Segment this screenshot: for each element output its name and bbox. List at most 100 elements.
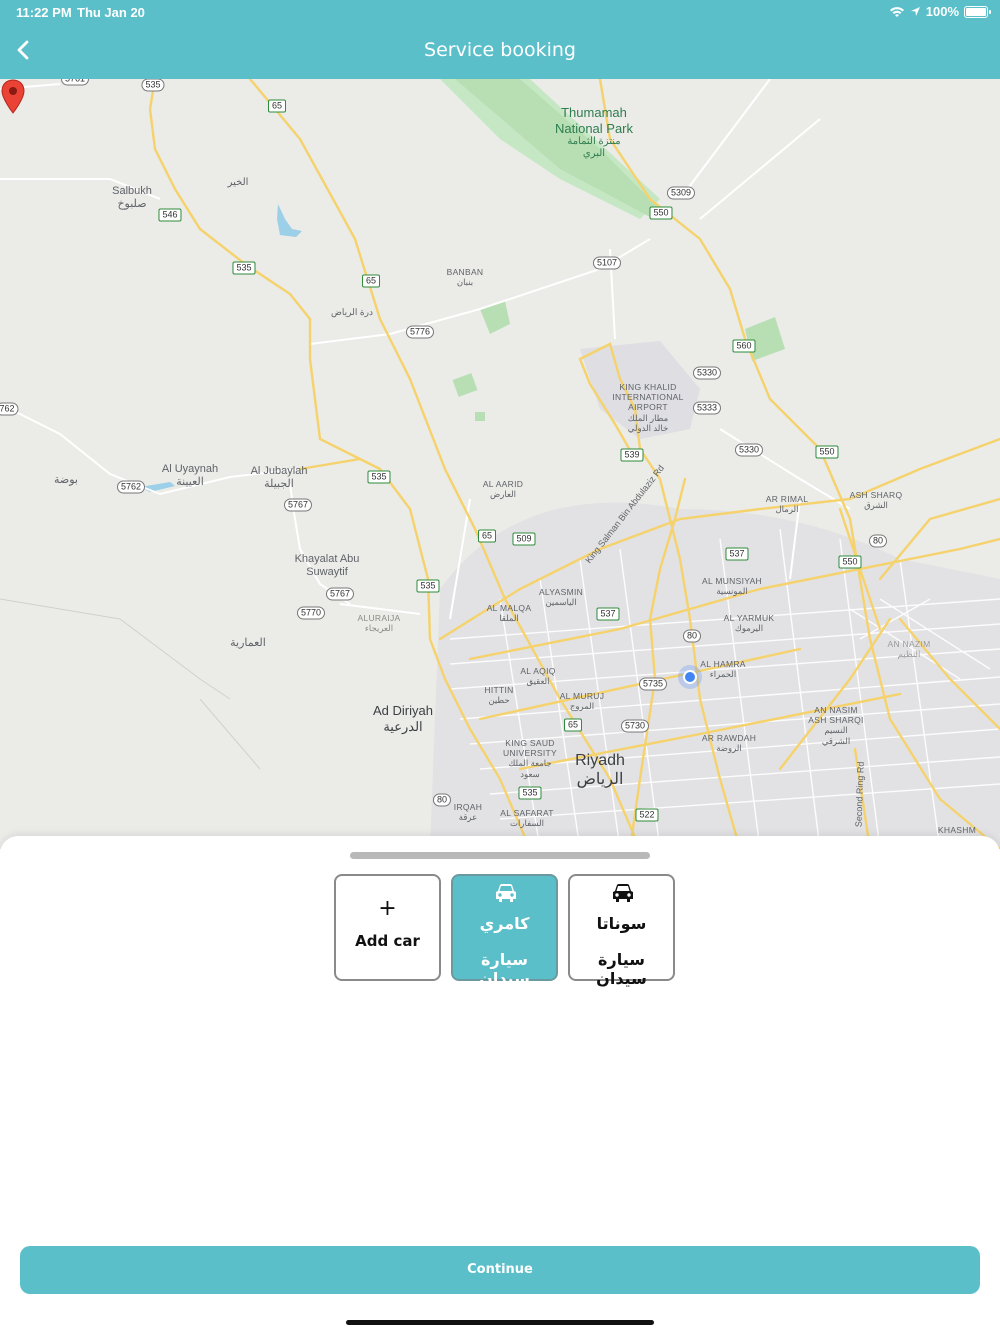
- map-label-diriyah: Ad Diriyah الدرعية: [373, 703, 433, 734]
- road-shield: 80: [432, 793, 452, 807]
- add-car-button[interactable]: + Add car: [334, 874, 441, 981]
- road-shield: 550: [838, 555, 862, 569]
- map-label-bawdah: بوضة: [54, 474, 78, 486]
- road-shield: 537: [596, 607, 620, 621]
- map-label-khayalat-en: Khayalat Abu: [294, 553, 360, 565]
- map-label-ksu: KING SAUD UNIVERSITY جامعة الملك سعود: [503, 738, 557, 779]
- map-label-airport-ar: مطار الملك: [627, 412, 669, 423]
- map-label-salbukh: Salbukh صلبوخ: [112, 185, 152, 211]
- car-option-camry[interactable]: كامري سيارة سيدان: [451, 874, 558, 988]
- map-label-alkhair: الخير: [227, 177, 249, 188]
- map-label-nasim-ar: النسيم: [824, 725, 848, 736]
- road-shield: 5761: [60, 79, 90, 86]
- map-label-airport-en3: AIRPORT: [628, 402, 668, 413]
- car-icon: [496, 884, 516, 902]
- map-label-airport-ar2: خالد الدولي: [627, 422, 669, 433]
- road-shield: 5309: [666, 186, 696, 200]
- car-name: سوناتا: [596, 914, 647, 933]
- map-label-ash-sharq: ASH SHARQ الشرق: [850, 490, 903, 510]
- map-label-rawdah-ar: الروضة: [716, 743, 742, 754]
- map-label-ar-rimal: AR RIMAL الرمال: [766, 494, 809, 514]
- continue-button[interactable]: Continue: [20, 1246, 980, 1294]
- map-label-ksu-ar: جامعة الملك: [508, 758, 552, 769]
- map-label-malqa-ar: الملقا: [499, 613, 519, 624]
- map-label-hamra: AL HAMRA الحمراء: [700, 659, 746, 679]
- map-label-riyadh-en: Riyadh: [575, 752, 625, 769]
- map-label-airport-en2: INTERNATIONAL: [612, 392, 684, 403]
- map-label-rawdah-en: AR RAWDAH: [701, 733, 757, 743]
- road-shield: 535: [416, 579, 440, 593]
- road-shield: 5767: [283, 498, 313, 512]
- location-pin-icon[interactable]: [0, 79, 26, 115]
- road-shield: 537: [725, 547, 749, 561]
- car-type: سيارة سيدان: [596, 950, 647, 988]
- plus-icon: +: [378, 896, 397, 921]
- map-label-hamra-ar: الحمراء: [709, 669, 737, 680]
- road-shield: 5762: [116, 480, 146, 494]
- map-label-aarid-en: AL AARID: [482, 479, 524, 489]
- sheet-drag-handle[interactable]: [350, 852, 650, 859]
- map-label-ksu-en: KING SAUD: [505, 738, 555, 748]
- map-label-khayalat: Khayalat Abu Suwaytif: [295, 553, 360, 579]
- map-label-uyaynah-en: Al Uyaynah: [161, 463, 219, 475]
- map-label-second-ring-rd: Second Ring Rd: [853, 761, 866, 828]
- map-label-ksu-en2: UNIVERSITY: [502, 748, 558, 759]
- map-label-ar-rimal-en: AR RIMAL: [765, 494, 809, 504]
- road-shield: 65: [267, 99, 287, 113]
- map-label-khashm: KHASHM: [937, 825, 977, 835]
- battery-icon: [964, 5, 991, 18]
- map-label-yarmuk-ar: اليرموك: [734, 623, 764, 634]
- map-view[interactable]: Thumamah National Park منتزة الثمامة الب…: [0, 79, 1000, 849]
- nav-bar: Service booking: [0, 24, 1000, 79]
- map-label-banban-en: BANBAN: [446, 267, 484, 277]
- map-label-an-nazim-ar: النظيم: [897, 649, 921, 660]
- map-label-aluraija: ALURAIJA العريجاء: [357, 613, 400, 633]
- road-shield: 80: [682, 629, 702, 643]
- map-label-aarid-ar: العارض: [489, 489, 517, 500]
- map-label-alyasmin-ar: الياسمين: [545, 597, 577, 608]
- map-label-nasim: AN NASIM ASH SHARQI النسيم الشرقي: [808, 705, 863, 746]
- car-option-sonata[interactable]: سوناتا سيارة سيدان: [568, 874, 675, 988]
- road-shield: 539: [620, 448, 644, 462]
- map-label-aqiq-ar: العقيق: [526, 676, 550, 687]
- car-type: سيارة سيدان: [479, 950, 530, 988]
- map-label-banban-ar: بنبان: [456, 277, 474, 288]
- road-shield: 5735: [638, 677, 668, 691]
- battery-percentage: 100%: [925, 4, 959, 19]
- car-icon: [613, 884, 633, 902]
- map-label-safarat: AL SAFARAT السفارات: [500, 808, 554, 828]
- map-label-irqah: IRQAH عرقة: [454, 802, 482, 822]
- map-label-alyasmin: ALYASMIN الياسمين: [539, 587, 583, 607]
- map-label-nasim-en: AN NASIM: [814, 705, 858, 715]
- status-date: Thu Jan 20: [77, 5, 145, 20]
- map-label-riyadh: Riyadh الرياض: [575, 751, 625, 789]
- map-label-thumamah-ar: منتزة الثمامة: [567, 136, 621, 148]
- map-label-salbukh-ar: صلبوخ: [117, 198, 147, 211]
- map-label-thumamah-en: Thumamah: [561, 105, 627, 120]
- map-label-aluraija-ar: العريجاء: [364, 623, 394, 634]
- map-label-muruj-en: AL MURUJ: [559, 691, 605, 701]
- map-label-irqah-ar: عرقة: [458, 812, 478, 823]
- road-shield: 5730: [620, 719, 650, 733]
- map-label-rawdah: AR RAWDAH الروضة: [702, 733, 756, 753]
- map-label-irqah-en: IRQAH: [453, 802, 483, 812]
- road-shield: 5107: [592, 256, 622, 270]
- road-shield: 5330: [734, 443, 764, 457]
- road-shield: 5333: [692, 401, 722, 415]
- map-label-riyadh-ar: الرياض: [576, 771, 624, 789]
- map-label-ammariyah: العمارية: [230, 637, 266, 649]
- status-bar: 11:22 PM Thu Jan 20 100%: [0, 0, 1000, 24]
- map-label-jubaylah: Al Jubaylah الجبيلة: [251, 465, 308, 491]
- map-label-thumamah: Thumamah National Park منتزة الثمامة الب…: [555, 105, 633, 160]
- road-shield: 522: [635, 808, 659, 822]
- map-label-malqa-en: AL MALQA: [486, 603, 532, 613]
- road-shield: 560: [732, 339, 756, 353]
- map-label-munsiyah-ar: المونسية: [716, 586, 748, 597]
- map-label-hamra-en: AL HAMRA: [700, 659, 746, 669]
- road-shield: 762: [0, 402, 19, 416]
- map-label-muruj-ar: المروج: [569, 701, 595, 712]
- map-label-ash-sharq-en: ASH SHARQ: [849, 490, 903, 500]
- road-shield: 535: [367, 470, 391, 484]
- home-indicator: [346, 1320, 654, 1325]
- road-shield: 550: [815, 445, 839, 459]
